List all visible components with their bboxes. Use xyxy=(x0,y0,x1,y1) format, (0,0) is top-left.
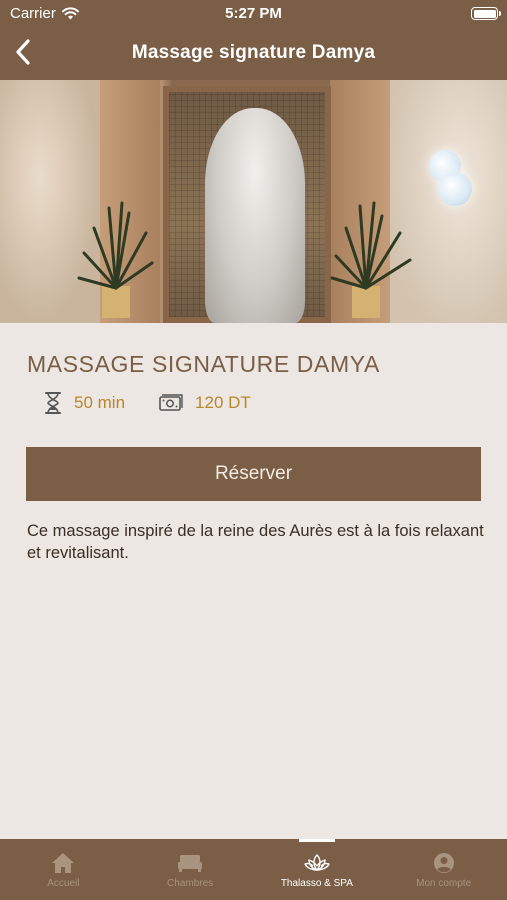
tab-label: Accueil xyxy=(47,878,80,889)
hero-image xyxy=(0,80,507,323)
tab-thalasso-spa[interactable]: Thalasso & SPA xyxy=(254,839,381,900)
duration-value: 50 min xyxy=(74,393,126,412)
battery-icon xyxy=(471,7,501,20)
home-icon xyxy=(52,853,75,873)
tab-label: Mon compte xyxy=(416,878,472,889)
wall-lamp xyxy=(438,172,472,206)
tab-bar: Accueil Chambres Thalasso & SPA Mon comp… xyxy=(0,839,507,900)
tab-label: Chambres xyxy=(167,878,214,889)
nav-bar: Massage signature Damya xyxy=(0,28,507,80)
duration: 50 min xyxy=(44,392,125,414)
statue-bust xyxy=(205,108,305,323)
price: 120 DT xyxy=(159,393,251,413)
price-value: 120 DT xyxy=(195,393,251,412)
lotus-icon xyxy=(304,854,330,871)
tab-mon-compte[interactable]: Mon compte xyxy=(380,839,507,900)
reserve-button[interactable]: Réserver xyxy=(26,447,481,501)
app-header: Carrier 5:27 PM Massage signature Damya xyxy=(0,0,507,80)
status-time: 5:27 PM xyxy=(225,5,282,22)
treatment-title: MASSAGE SIGNATURE DAMYA xyxy=(27,351,380,377)
page-title: Massage signature Damya xyxy=(131,42,376,63)
treatment-meta: 50 min 120 DT xyxy=(44,392,251,414)
money-icon xyxy=(159,394,183,411)
tab-accueil[interactable]: Accueil xyxy=(0,839,127,900)
bed-icon xyxy=(178,855,203,872)
active-tab-indicator xyxy=(298,839,335,842)
plant-left xyxy=(77,201,154,318)
tab-chambres[interactable]: Chambres xyxy=(127,839,254,900)
status-bar: Carrier 5:27 PM xyxy=(0,0,507,28)
user-icon xyxy=(433,853,454,873)
hourglass-icon xyxy=(45,392,61,414)
plant-right xyxy=(330,201,412,318)
tab-label: Thalasso & SPA xyxy=(280,878,353,889)
treatment-description: Ce massage inspiré de la reine des Aurès… xyxy=(27,522,484,562)
